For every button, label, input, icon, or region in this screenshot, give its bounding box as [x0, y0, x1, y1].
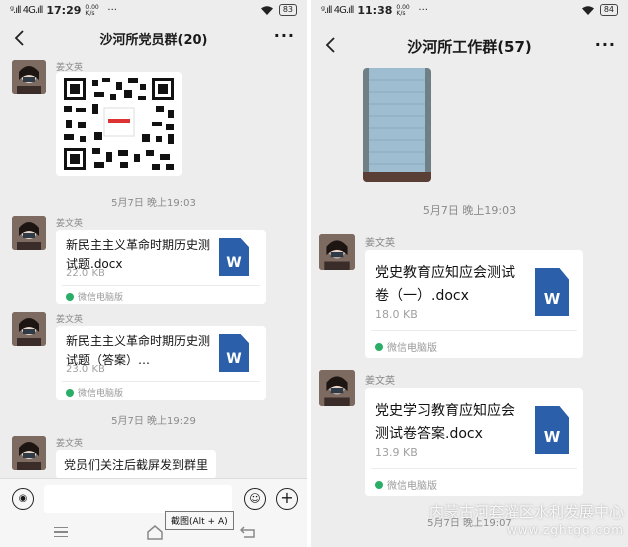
chat-title: 沙河所工作群(57)	[407, 38, 532, 56]
avatar[interactable]	[12, 436, 46, 470]
avatar[interactable]	[319, 370, 355, 406]
word-document-icon: W	[219, 238, 249, 276]
signal-icon: ᵍ.ıll 4G.ıll	[321, 5, 354, 16]
sender-name: 姜文英	[56, 219, 84, 229]
watermark-url: www.zghtgq.com	[506, 523, 624, 537]
wechat-pc-icon	[375, 480, 383, 489]
file-name: 党史教育应知应会测试卷（一）.docx	[375, 265, 515, 304]
wechat-pc-icon	[375, 342, 383, 351]
text-message[interactable]: 党员们关注后截屏发到群里	[56, 450, 217, 479]
signal-icon: ᵍ.ıll 4G.ıll	[10, 5, 43, 16]
nav-home-icon[interactable]	[146, 524, 164, 540]
wifi-icon	[260, 5, 273, 15]
file-size: 18.0 KB	[375, 308, 418, 321]
right-chat-screen: ᵍ.ıll 4G.ıll 11:38 0.00 K/s ··· 84 沙河所工作…	[311, 0, 628, 547]
file-source: 微信电脑版	[375, 339, 437, 354]
file-source: 微信电脑版	[375, 477, 437, 492]
more-options-icon[interactable]: ···	[595, 35, 616, 54]
chat-header: 沙河所党员群(20) ···	[0, 22, 307, 54]
file-source: 微信电脑版	[66, 290, 123, 303]
more-actions-plus-icon[interactable]: +	[276, 488, 298, 510]
left-chat-screen: ᵍ.ıll 4G.ıll 17:29 0.00 K/s ··· 83 沙河所党员…	[0, 0, 307, 547]
network-speed: 0.00 K/s	[85, 3, 99, 17]
status-dots: ···	[107, 5, 117, 16]
wifi-icon	[581, 5, 594, 15]
sender-name: 姜文英	[365, 238, 395, 249]
sender-name: 姜文英	[56, 315, 84, 325]
watermark-org: 内蒙古河套灌区水利发展中心	[428, 503, 624, 521]
back-arrow-icon[interactable]	[321, 35, 341, 55]
file-source-label: 微信电脑版	[387, 343, 437, 354]
status-bar: ᵍ.ıll 4G.ıll 11:38 0.00 K/s ··· 84	[311, 0, 628, 22]
file-source-label: 微信电脑版	[78, 293, 124, 303]
avatar[interactable]	[12, 60, 46, 94]
divider	[371, 330, 577, 331]
file-source-label: 微信电脑版	[78, 389, 124, 399]
chat-header: 沙河所工作群(57) ···	[311, 26, 628, 66]
message-timestamp: 5月7日 晚上19:03	[422, 204, 517, 217]
file-source: 微信电脑版	[66, 386, 123, 399]
avatar[interactable]	[12, 216, 46, 250]
chat-title: 沙河所党员群(20)	[99, 33, 208, 48]
message-timestamp: 5月7日 晚上19:03	[111, 198, 196, 209]
screenshot-tooltip: 截图(Alt + A)	[165, 511, 234, 530]
battery-icon: 84	[599, 4, 618, 16]
status-dots: ···	[418, 5, 428, 16]
network-speed: 0.00 K/s	[396, 3, 410, 17]
word-document-icon: W	[535, 268, 569, 316]
voice-input-icon[interactable]: ◉	[12, 488, 34, 510]
status-bar: ᵍ.ıll 4G.ıll 17:29 0.00 K/s ··· 83	[0, 0, 307, 22]
battery-icon: 83	[278, 4, 297, 16]
file-size: 23.0 KB	[66, 364, 105, 375]
status-time: 11:38	[357, 4, 393, 17]
file-name: 党史学习教育应知应会测试卷答案.docx	[375, 403, 515, 442]
wechat-pc-icon	[66, 388, 74, 397]
document-photo[interactable]	[363, 68, 431, 182]
divider	[62, 381, 260, 382]
word-document-icon: W	[535, 406, 569, 454]
file-source-label: 微信电脑版	[387, 481, 437, 492]
word-document-icon: W	[219, 334, 249, 372]
divider	[371, 468, 577, 469]
emoji-icon[interactable]: ☺	[244, 488, 266, 510]
avatar[interactable]	[12, 312, 46, 346]
file-size: 22.0 KB	[66, 268, 105, 279]
more-options-icon[interactable]: ···	[274, 26, 295, 45]
file-size: 13.9 KB	[375, 446, 418, 459]
sender-name: 姜文英	[56, 439, 84, 449]
wechat-pc-icon	[66, 292, 74, 301]
file-message[interactable]: 新民主主义革命时期历史测试题（答案）… 23.0 KB W 微信电脑版	[56, 326, 266, 400]
chat-input-bar: ◉ ☺ +	[0, 478, 307, 520]
status-time: 17:29	[46, 4, 82, 17]
site-watermark: 内蒙古河套灌区水利发展中心 www.zghtgq.com	[388, 501, 624, 537]
message-timestamp: 5月7日 晚上19:29	[111, 416, 196, 427]
back-arrow-icon[interactable]	[10, 28, 30, 48]
file-message[interactable]: 新民主主义革命时期历史测试题.docx 22.0 KB W 微信电脑版	[56, 230, 266, 304]
avatar[interactable]	[319, 234, 355, 270]
file-message[interactable]: 党史学习教育应知应会测试卷答案.docx 13.9 KB W 微信电脑版	[365, 388, 583, 496]
nav-menu-icon[interactable]	[54, 527, 68, 537]
qr-code-image[interactable]	[56, 72, 182, 176]
message-input[interactable]	[44, 485, 232, 513]
divider	[62, 285, 260, 286]
system-nav-bar	[0, 520, 307, 547]
sender-name: 姜文英	[365, 376, 395, 387]
nav-back-icon[interactable]	[240, 525, 256, 539]
file-message[interactable]: 党史教育应知应会测试卷（一）.docx 18.0 KB W 微信电脑版	[365, 250, 583, 358]
